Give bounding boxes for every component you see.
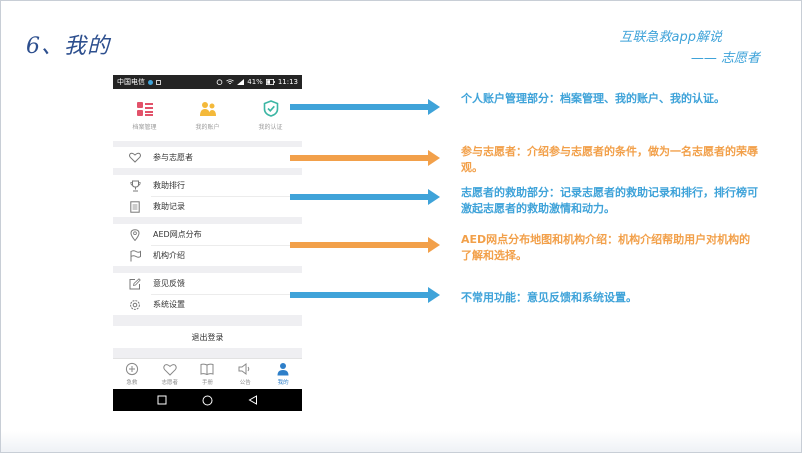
signal-icon	[237, 79, 245, 85]
menu-item-feedback[interactable]: 意见反馈	[113, 273, 302, 294]
bottom-tab-bar: 急救 志愿者 手册 公告 我的	[113, 358, 302, 389]
slide-bottom-band	[0, 431, 802, 453]
back-icon[interactable]	[248, 395, 258, 405]
menu-item-rescue-ranking[interactable]: 救助排行	[113, 175, 302, 196]
android-nav-bar	[113, 389, 302, 411]
menu-label: 机构介绍	[153, 251, 185, 260]
list-group-rescue: 救助排行 救助记录	[113, 175, 302, 217]
record-icon	[129, 200, 141, 213]
menu-item-join-volunteer[interactable]: 参与志愿者	[113, 147, 302, 168]
menu-item-system-settings[interactable]: 系统设置	[113, 294, 302, 315]
image-notification-icon	[156, 79, 161, 85]
menu-label: 系统设置	[153, 300, 185, 309]
menu-item-aed-distribution[interactable]: AED网点分布	[113, 224, 302, 245]
tab-label: 公告	[239, 380, 251, 386]
tab-emergency[interactable]: 急救	[113, 359, 151, 389]
menu-item-institution-intro[interactable]: 机构介绍	[113, 245, 302, 266]
my-account-button[interactable]: 我的账户	[176, 89, 239, 141]
tab-label: 志愿者	[161, 380, 178, 386]
emergency-icon	[125, 362, 139, 376]
trophy-icon	[129, 180, 141, 192]
arrow-join-volunteer	[290, 150, 440, 166]
archive-management-button[interactable]: 档案管理	[113, 89, 176, 141]
user-account-icon	[199, 100, 217, 118]
phone-screen: 中国电信 41% 11:13 档案管理 我的账户 我的认证 参与志愿者 救助排行…	[113, 75, 302, 411]
battery-icon	[265, 79, 275, 85]
status-bar: 中国电信 41% 11:13	[113, 75, 302, 89]
logout-button[interactable]: 退出登录	[113, 326, 302, 348]
recent-apps-icon[interactable]	[157, 395, 167, 405]
app-notification-icon	[148, 79, 153, 85]
menu-label: 意见反馈	[153, 279, 185, 288]
tab-manual[interactable]: 手册	[189, 359, 227, 389]
brand-title: 互联急救app解说	[619, 30, 722, 45]
person-icon	[276, 362, 290, 376]
my-certification-label: 我的认证	[258, 123, 283, 131]
carrier-text: 中国电信	[117, 78, 145, 86]
tab-mine[interactable]: 我的	[264, 359, 302, 389]
arrow-account-management	[290, 99, 440, 115]
edit-icon	[129, 277, 141, 290]
slide-title: 6、我的	[26, 34, 110, 59]
menu-item-rescue-record[interactable]: 救助记录	[113, 196, 302, 217]
tab-label: 急救	[126, 380, 138, 386]
home-icon[interactable]	[202, 395, 213, 406]
archive-icon	[136, 100, 154, 118]
arrow-aed-institution	[290, 237, 440, 253]
wifi-icon	[226, 79, 234, 85]
menu-label: 救助记录	[153, 202, 185, 211]
battery-text: 41%	[247, 78, 263, 86]
menu-label: 救助排行	[153, 181, 185, 190]
list-group-volunteer: 参与志愿者	[113, 147, 302, 168]
list-group-settings: 意见反馈 系统设置	[113, 273, 302, 315]
clock-text: 11:13	[277, 78, 298, 86]
location-pin-icon	[129, 228, 141, 241]
announcement-icon	[238, 362, 252, 376]
archive-management-label: 档案管理	[132, 123, 157, 131]
heart-outline-icon	[129, 152, 141, 164]
tab-label: 手册	[201, 380, 213, 386]
menu-label: AED网点分布	[153, 230, 202, 239]
tab-label: 我的	[277, 380, 289, 386]
tab-volunteer[interactable]: 志愿者	[151, 359, 189, 389]
list-group-institution: AED网点分布 机构介绍	[113, 224, 302, 266]
flag-icon	[129, 249, 141, 262]
brand-subtitle: —— 志愿者	[690, 51, 760, 66]
menu-label: 参与志愿者	[153, 153, 193, 162]
annotation-aed-institution: AED网点分布地图和机构介绍：机构介绍帮助用户对机构的了解和选择。	[461, 233, 751, 262]
slide: 6、我的 互联急救app解说 —— 志愿者 中国电信 41% 11:13 档案管…	[0, 0, 802, 453]
shield-check-icon	[262, 100, 280, 118]
alarm-icon	[216, 79, 223, 85]
arrow-rescue-section	[290, 189, 440, 205]
settings-icon	[129, 299, 141, 311]
my-certification-button[interactable]: 我的认证	[239, 89, 302, 141]
annotation-uncommon-functions: 不常用功能：意见反馈和系统设置。	[461, 291, 637, 304]
arrow-uncommon-functions	[290, 287, 440, 303]
my-account-label: 我的账户	[195, 123, 220, 131]
volunteer-icon	[162, 362, 177, 376]
annotation-account-management: 个人账户管理部分：档案管理、我的账户、我的认证。	[461, 92, 725, 105]
book-icon	[200, 362, 214, 376]
annotation-rescue-section: 志愿者的救助部分：记录志愿者的救助记录和排行，排行榜可激起志愿者的救助激情和动力…	[461, 186, 758, 215]
annotation-join-volunteer: 参与志愿者：介绍参与志愿者的条件，做为一名志愿者的荣辱观。	[461, 145, 758, 174]
account-shortcuts: 档案管理 我的账户 我的认证	[113, 89, 302, 141]
tab-announcement[interactable]: 公告	[226, 359, 264, 389]
